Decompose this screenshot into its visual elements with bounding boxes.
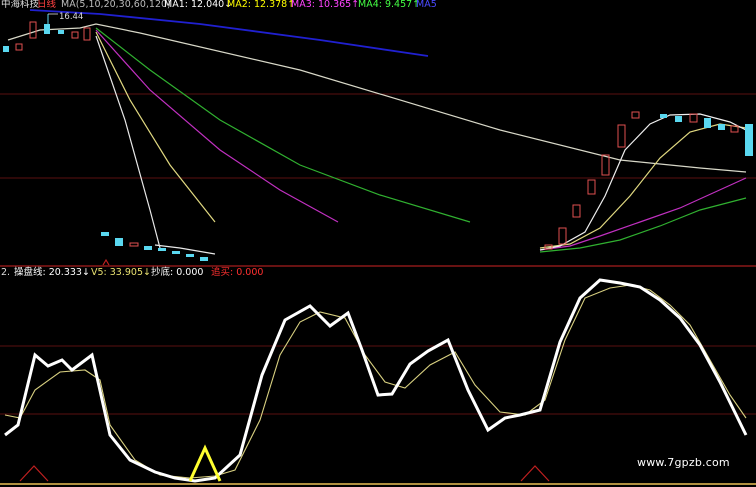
candle <box>101 232 109 236</box>
candle <box>587 179 596 195</box>
bottom-buy-value: 抄底: 0.000 <box>151 267 204 278</box>
candle <box>172 251 180 254</box>
candle <box>58 30 64 34</box>
ma3-line <box>95 29 339 223</box>
ma4-line <box>95 27 471 223</box>
ma2-line <box>95 31 216 223</box>
ma2-line-right <box>539 123 747 249</box>
panel-index: 2. <box>1 267 11 278</box>
candle <box>689 113 698 123</box>
candle <box>129 242 139 247</box>
ma5-value: MA5 <box>416 0 437 10</box>
candle <box>3 46 9 52</box>
candle <box>572 204 581 218</box>
candle <box>631 111 640 119</box>
candle <box>745 124 753 156</box>
marker-triangle <box>102 258 110 266</box>
signal-triangle <box>19 465 49 482</box>
period-label[interactable]: 日线 <box>37 0 56 11</box>
candle <box>617 124 626 148</box>
chart-canvas[interactable] <box>0 0 756 487</box>
candle <box>29 21 37 39</box>
main-line-value: 操盘线: 20.333↓ <box>14 267 90 278</box>
candle <box>186 254 194 257</box>
candle <box>200 257 208 261</box>
candle <box>675 116 682 122</box>
ma3-line-right <box>539 177 747 251</box>
ma1-value: MA1: 12.040↓ <box>164 0 233 10</box>
candle <box>15 43 23 51</box>
candle <box>601 154 610 176</box>
signal-triangle <box>520 465 550 482</box>
candle <box>44 24 50 34</box>
ma-params: MA(5,10,20,30,60,120) <box>61 0 171 10</box>
candle <box>144 246 152 250</box>
candles-right <box>544 111 753 250</box>
candle <box>83 27 91 41</box>
candle <box>660 114 667 118</box>
watermark: www.7gpzb.com <box>637 456 730 469</box>
ma2-value: MA2: 12.378↑ <box>227 0 296 10</box>
ma3-value: MA3: 10.365↑ <box>291 0 360 10</box>
ma4-value: MA4: 9.457↑ <box>358 0 421 10</box>
candle <box>71 31 79 39</box>
candle <box>718 124 725 130</box>
v5-line <box>4 284 747 479</box>
ma1-line <box>95 35 161 249</box>
stock-name[interactable]: 中海科技 <box>1 0 39 11</box>
candle <box>558 227 567 245</box>
candle <box>158 248 166 251</box>
v5-value: V5: 33.905↓ <box>91 267 151 278</box>
candle <box>704 118 711 128</box>
candles-drop <box>101 232 208 261</box>
chase-buy-value: 追买: 0.000 <box>211 267 264 278</box>
candle <box>115 238 123 246</box>
main-oscillator-line <box>4 278 748 483</box>
ma1-line-right <box>539 113 747 251</box>
stock-chart-window[interactable]: 中海科技 日线 MA(5,10,20,30,60,120) MA1: 12.04… <box>0 0 756 487</box>
high-price-label: 16.44 <box>59 12 84 22</box>
